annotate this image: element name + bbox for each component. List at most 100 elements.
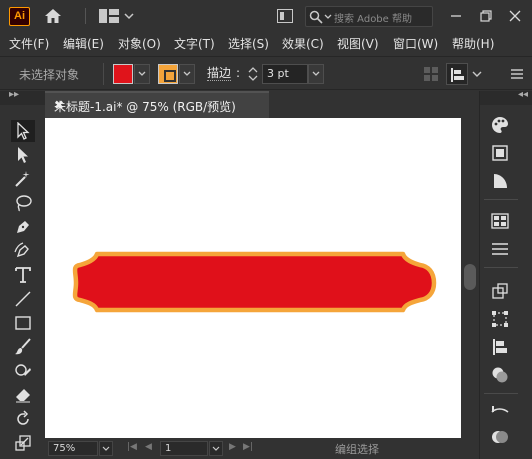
- bounding-box-icon: [492, 311, 508, 327]
- panel-menu-icon[interactable]: [510, 67, 524, 81]
- lasso-tool[interactable]: [11, 192, 35, 214]
- lasso-icon: [16, 195, 32, 212]
- restore-icon[interactable]: [478, 8, 494, 24]
- zoom-field[interactable]: 75%: [48, 441, 98, 456]
- pathfinder-panel-button[interactable]: [489, 365, 511, 385]
- appearance-panel-button[interactable]: [489, 427, 511, 447]
- page-dropdown[interactable]: [209, 441, 223, 456]
- stroke-weight-stepper[interactable]: [246, 64, 260, 84]
- menu-view[interactable]: 视图(V): [337, 35, 379, 52]
- color-panel-button[interactable]: [489, 115, 511, 135]
- curvature-tool[interactable]: [11, 240, 35, 262]
- decorative-plaque-shape[interactable]: [72, 251, 437, 313]
- transparency-panel-button[interactable]: [489, 403, 511, 423]
- search-input[interactable]: 搜索 Adobe 帮助: [305, 6, 433, 27]
- transform-icon: [492, 283, 508, 299]
- scrollbar-thumb[interactable]: [464, 264, 476, 290]
- app-logo: Ai: [9, 7, 30, 26]
- artboard-svg: [72, 251, 437, 313]
- scale-tool[interactable]: [11, 432, 35, 454]
- zoom-dropdown[interactable]: [99, 441, 113, 456]
- menu-effect[interactable]: 效果(C): [282, 35, 324, 52]
- page-number-field[interactable]: 1: [160, 441, 208, 456]
- align-button[interactable]: [446, 63, 468, 85]
- selection-tool[interactable]: [11, 120, 35, 142]
- menu-object[interactable]: 对象(O): [118, 35, 161, 52]
- tab-close-icon[interactable]: ✖: [54, 98, 64, 112]
- palette-icon: [492, 117, 508, 133]
- menu-type[interactable]: 文字(T): [174, 35, 215, 52]
- separator: [103, 63, 104, 85]
- eraser-icon: [16, 389, 30, 403]
- menu-edit[interactable]: 编辑(E): [63, 35, 104, 52]
- arrange-documents-icon[interactable]: [99, 9, 119, 23]
- paintbrush-tool[interactable]: [11, 336, 35, 358]
- close-icon[interactable]: [507, 8, 523, 24]
- paintbrush-icon: [15, 338, 31, 355]
- eraser-tool[interactable]: [11, 384, 35, 406]
- collapse-icon: ◂◂: [518, 89, 529, 100]
- menu-file[interactable]: 文件(F): [9, 35, 49, 52]
- next-page-icon[interactable]: ▶: [229, 442, 236, 452]
- title-bar: Ai 搜索 Adobe 帮助: [0, 0, 532, 32]
- search-placeholder: 搜索 Adobe 帮助: [334, 14, 412, 25]
- direct-selection-tool[interactable]: [11, 144, 35, 166]
- pen-tool[interactable]: [11, 216, 35, 238]
- stroke-label-colon: :: [236, 66, 241, 80]
- minimize-icon[interactable]: [448, 8, 464, 24]
- search-icon: [309, 10, 323, 24]
- type-tool[interactable]: [11, 264, 35, 286]
- previous-page-icon[interactable]: ◀: [145, 442, 152, 452]
- swatches-panel-button[interactable]: [489, 211, 511, 231]
- last-page-icon[interactable]: ▶|: [243, 442, 253, 452]
- transform-panel-button[interactable]: [489, 281, 511, 301]
- selection-status: 未选择对象: [19, 68, 80, 82]
- dock-collapse-bar[interactable]: ◂◂: [480, 89, 532, 105]
- direct-selection-icon: [18, 147, 28, 163]
- fill-color-swatch[interactable]: [113, 64, 133, 84]
- gradient-panel-button[interactable]: [489, 171, 511, 191]
- current-tool-status: 编组选择: [335, 443, 379, 456]
- pen-icon: [17, 221, 29, 233]
- line-segment-icon: [15, 291, 31, 307]
- stroke-weight-dropdown[interactable]: [308, 64, 324, 84]
- stroke-lines-icon: [492, 243, 508, 255]
- vertical-scrollbar[interactable]: [461, 118, 479, 438]
- shaper-icon: [15, 364, 31, 376]
- menu-select[interactable]: 选择(S): [228, 35, 269, 52]
- divider: [484, 199, 518, 200]
- menu-window[interactable]: 窗口(W): [393, 35, 438, 52]
- chevron-down-icon[interactable]: [472, 71, 482, 79]
- stroke-weight-field[interactable]: 3 pt: [262, 64, 308, 84]
- align-objects-button[interactable]: [489, 337, 511, 357]
- home-icon[interactable]: [44, 7, 62, 25]
- scale-icon: [15, 435, 31, 451]
- magic-wand-tool[interactable]: [11, 168, 35, 190]
- stroke-label[interactable]: 描边: [207, 66, 232, 81]
- stroke-panel-button[interactable]: [489, 239, 511, 259]
- align-left-icon: [493, 339, 507, 355]
- line-tool[interactable]: [11, 288, 35, 310]
- tools-panel: ▸▸: [0, 89, 45, 459]
- curvature-pen-icon: [14, 242, 29, 258]
- chevron-down-icon: [212, 446, 220, 451]
- align-left-icon: [451, 68, 464, 82]
- chevron-down-icon[interactable]: [124, 12, 134, 20]
- selection-arrow-icon: [17, 122, 30, 140]
- rotate-tool[interactable]: [11, 408, 35, 430]
- artboard-canvas[interactable]: [45, 118, 461, 438]
- first-page-icon[interactable]: |◀: [127, 442, 137, 452]
- color-guide-button[interactable]: [489, 143, 511, 163]
- align-panel-button[interactable]: [489, 309, 511, 329]
- document-tab[interactable]: 未标题-1.ai* @ 75% (RGB/预览) ✖: [45, 91, 269, 118]
- rectangle-tool[interactable]: [11, 312, 35, 334]
- stroke-color-swatch[interactable]: [158, 64, 178, 84]
- fill-dropdown-button[interactable]: [134, 64, 150, 84]
- chevron-down-icon: [324, 14, 332, 19]
- tools-collapse-bar[interactable]: ▸▸: [0, 89, 45, 105]
- grid-icon[interactable]: [424, 67, 438, 81]
- menu-help[interactable]: 帮助(H): [452, 35, 494, 52]
- shaper-tool[interactable]: [11, 360, 35, 382]
- panel-toggle-icon[interactable]: [277, 9, 293, 23]
- stroke-dropdown-button[interactable]: [179, 64, 195, 84]
